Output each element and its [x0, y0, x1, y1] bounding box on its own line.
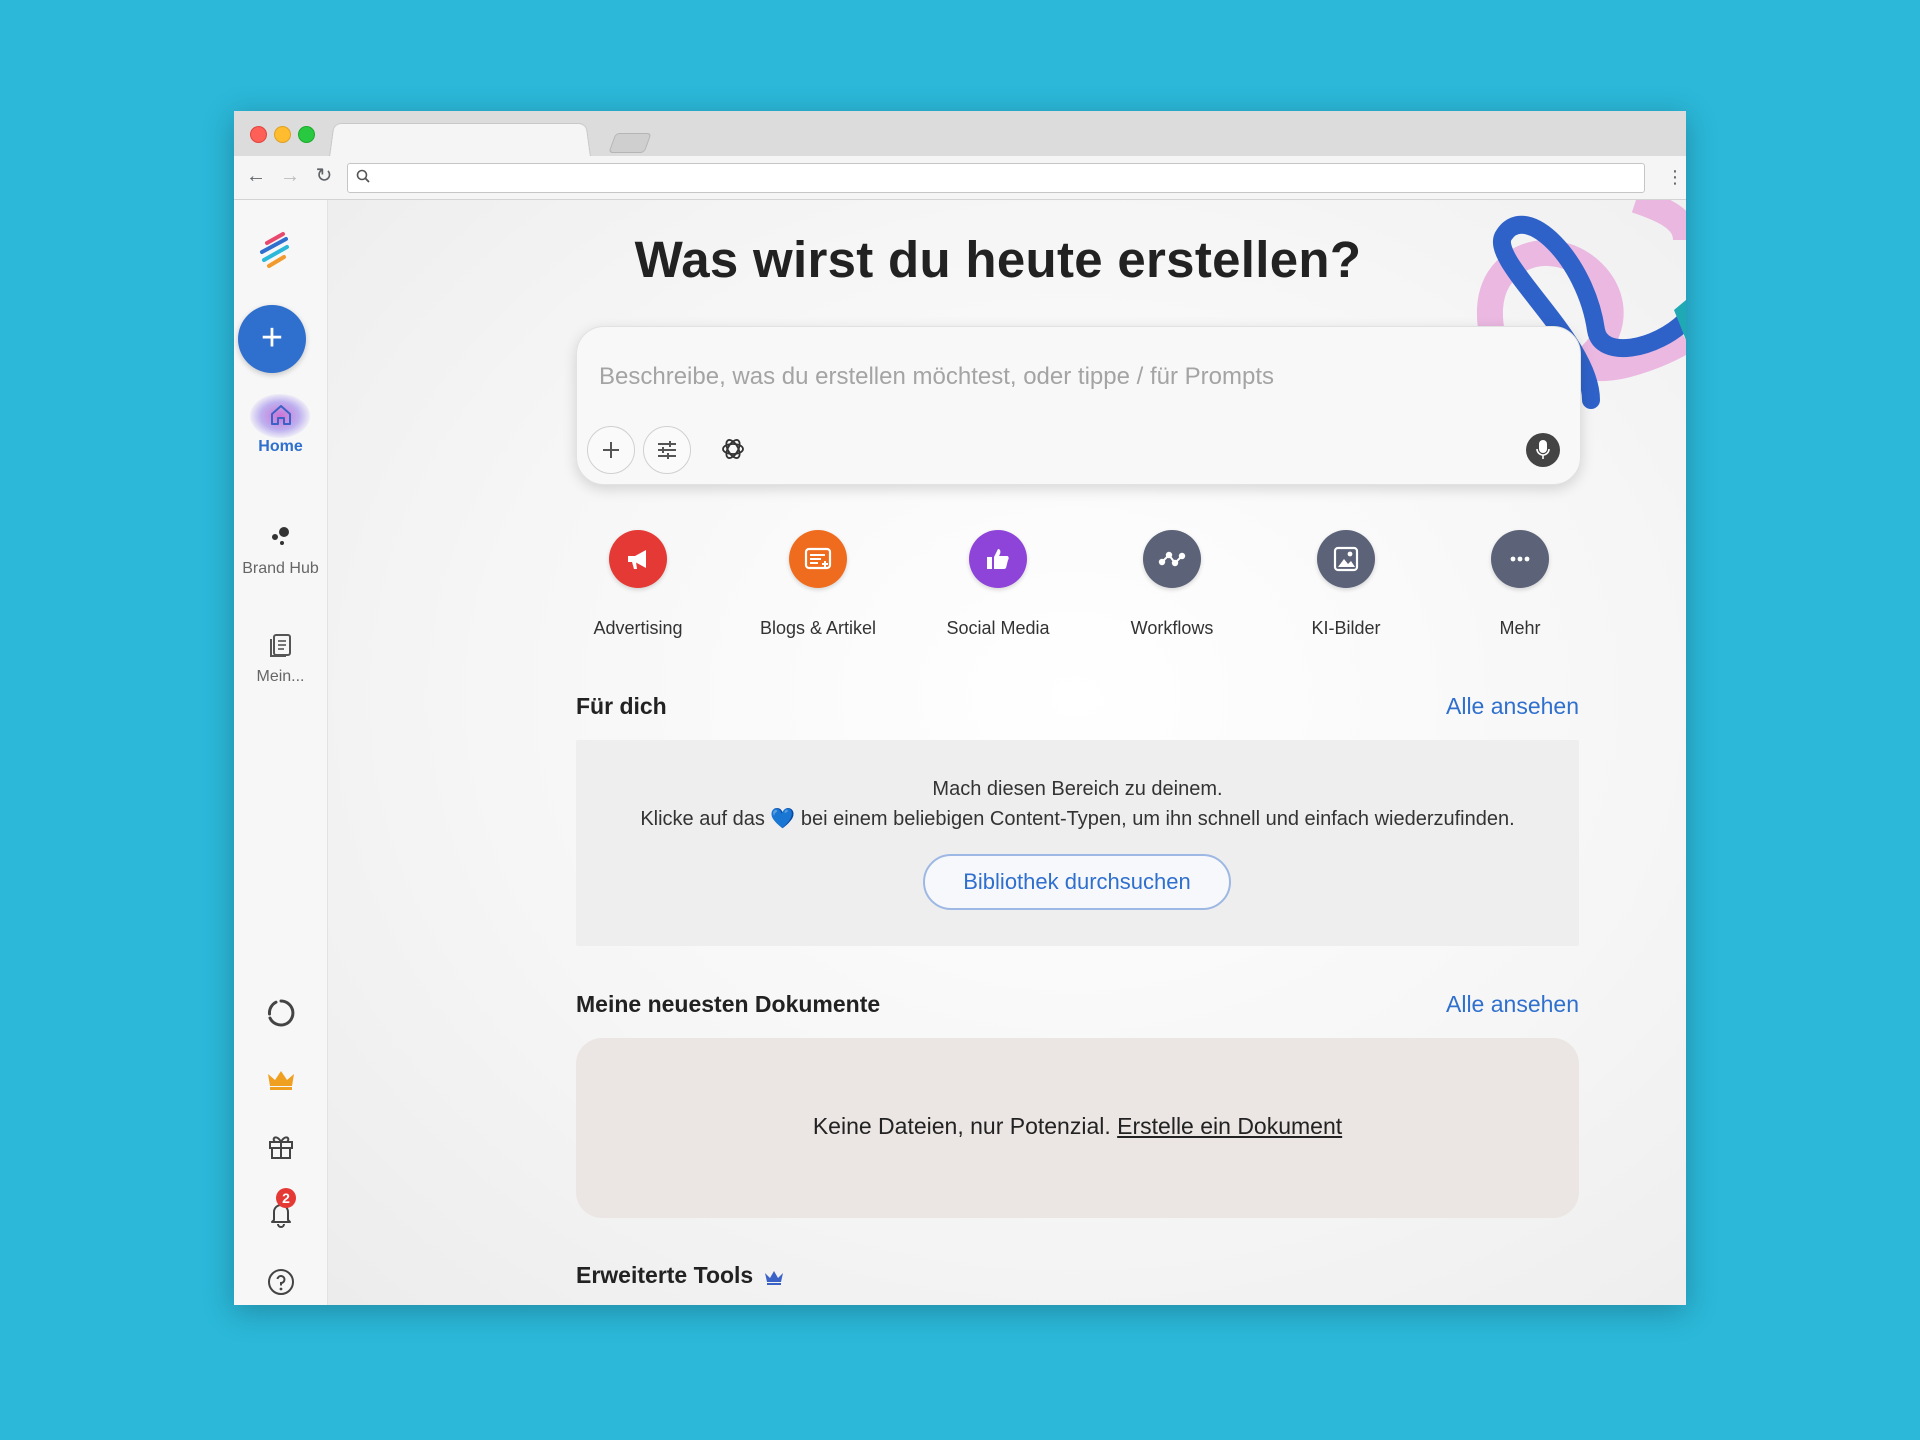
new-tab-button[interactable] [608, 133, 652, 153]
ai-model-icon[interactable] [719, 435, 747, 463]
logo-icon[interactable] [253, 228, 297, 272]
category-label: Social Media [946, 618, 1050, 638]
category-more[interactable]: Mehr [1440, 530, 1600, 639]
maximize-window-button[interactable] [298, 126, 315, 143]
sidebar-item-my-documents[interactable]: Mein... [234, 630, 327, 686]
sidebar-item-label: Home [258, 438, 303, 455]
empty-documents-text: Keine Dateien, nur Potenzial. [812, 1113, 1118, 1139]
browser-titlebar [234, 111, 1686, 157]
for-you-panel: Mach diesen Bereich zu deinem. Klicke au… [576, 740, 1579, 946]
address-bar[interactable] [347, 163, 1645, 193]
category-icon-circle [969, 530, 1027, 588]
brand-hub-icon [271, 527, 289, 545]
crown-icon [267, 1071, 294, 1090]
upgrade-button[interactable] [234, 1066, 327, 1092]
more-icon [1510, 556, 1530, 562]
minimize-window-button[interactable] [274, 126, 291, 143]
category-icon-circle [789, 530, 847, 588]
for-you-text-line2: Klicke auf das 💙 bei einem beliebigen Co… [576, 806, 1579, 831]
category-icon-circle [609, 530, 667, 588]
gift-icon [268, 1136, 293, 1159]
category-blogs[interactable]: Blogs & Artikel [738, 530, 898, 639]
recent-documents-panel: Keine Dateien, nur Potenzial. Erstelle e… [576, 1038, 1579, 1218]
for-you-title: Für dich [576, 693, 667, 719]
category-label: Workflows [1130, 618, 1214, 638]
sidebar-item-label: Brand Hub [242, 560, 319, 577]
help-button[interactable] [234, 1266, 327, 1298]
category-label: Advertising [593, 618, 683, 638]
reload-icon[interactable]: ↻ [312, 164, 336, 188]
documents-icon [269, 634, 291, 657]
category-icon-circle [1317, 530, 1375, 588]
for-you-text-line1: Mach diesen Bereich zu deinem. [932, 778, 1223, 800]
plus-icon [603, 442, 619, 458]
gift-button[interactable] [234, 1130, 327, 1162]
page-title: Was wirst du heute erstellen? [634, 231, 1362, 288]
main-content: Was wirst du heute erstellen? Beschreibe… [328, 200, 1686, 1305]
sliders-icon [658, 441, 676, 459]
recent-documents-title: Meine neuesten Dokumente [576, 991, 881, 1017]
empty-documents-message: Keine Dateien, nur Potenzial. Erstelle e… [576, 1113, 1579, 1140]
category-workflows[interactable]: Workflows [1092, 530, 1252, 639]
settings-button[interactable] [643, 426, 691, 474]
prompt-input[interactable] [597, 361, 1501, 393]
category-ai-images[interactable]: KI-Bilder [1266, 530, 1426, 639]
thumbs-up-icon [987, 549, 1009, 569]
microphone-icon [1536, 440, 1550, 459]
advanced-tools-section: Erweiterte Tools [576, 1262, 785, 1289]
browser-tab[interactable] [329, 123, 591, 157]
create-new-button[interactable]: + [238, 305, 306, 373]
app-area: + Home Brand Hub Mein... 2 Was wirst du … [234, 200, 1686, 1305]
megaphone-icon [628, 550, 646, 569]
crown-icon [765, 1270, 784, 1285]
usage-button[interactable] [234, 997, 327, 1029]
close-window-button[interactable] [250, 126, 267, 143]
sidebar-item-label: Mein... [256, 668, 305, 685]
browser-toolbar: ← → ↻ ⋮ [234, 156, 1686, 200]
article-icon [804, 547, 832, 570]
category-icon-circle [1491, 530, 1549, 588]
browser-menu-icon[interactable]: ⋮ [1666, 166, 1684, 188]
search-icon [356, 169, 370, 183]
home-icon [270, 405, 291, 425]
advanced-tools-title: Erweiterte Tools [576, 1262, 754, 1288]
sidebar-item-home[interactable]: Home [234, 394, 327, 456]
category-advertising[interactable]: Advertising [558, 530, 718, 639]
back-arrow-icon[interactable]: ← [244, 164, 268, 188]
notifications-button[interactable]: 2 [234, 1188, 327, 1230]
workflow-icon [1158, 551, 1186, 567]
category-label: Blogs & Artikel [759, 618, 877, 638]
sidebar: + Home Brand Hub Mein... 2 [234, 200, 328, 1305]
sidebar-item-brand-hub[interactable]: Brand Hub [234, 522, 327, 578]
help-icon [267, 1269, 294, 1295]
voice-input-button[interactable] [1526, 433, 1560, 467]
recent-documents-see-all-link[interactable]: Alle ansehen [1446, 991, 1579, 1018]
browser-window: ← → ↻ ⋮ + Home Brand Hub Mein... 2 Was w… [234, 111, 1686, 1305]
browse-library-button[interactable]: Bibliothek durchsuchen [923, 854, 1231, 910]
create-document-link[interactable]: Erstelle ein Dokument [1117, 1113, 1342, 1139]
category-label: Mehr [1499, 618, 1541, 638]
image-icon [1333, 546, 1359, 572]
category-social-media[interactable]: Social Media [918, 530, 1078, 639]
category-label: KI-Bilder [1311, 618, 1381, 638]
prompt-box [576, 326, 1581, 485]
category-icon-circle [1143, 530, 1201, 588]
for-you-text-after: bei einem beliebigen Content-Typen, um i… [795, 808, 1515, 830]
attach-button[interactable] [587, 426, 635, 474]
usage-ring-icon [267, 999, 294, 1027]
category-list: Advertising Blogs & Artikel Social Media… [576, 530, 1579, 640]
forward-arrow-icon[interactable]: → [278, 164, 302, 188]
for-you-see-all-link[interactable]: Alle ansehen [1446, 693, 1579, 720]
for-you-text-before: Klicke auf das [640, 808, 771, 830]
heart-icon: 💙 [770, 808, 796, 830]
notification-badge: 2 [276, 1188, 296, 1208]
